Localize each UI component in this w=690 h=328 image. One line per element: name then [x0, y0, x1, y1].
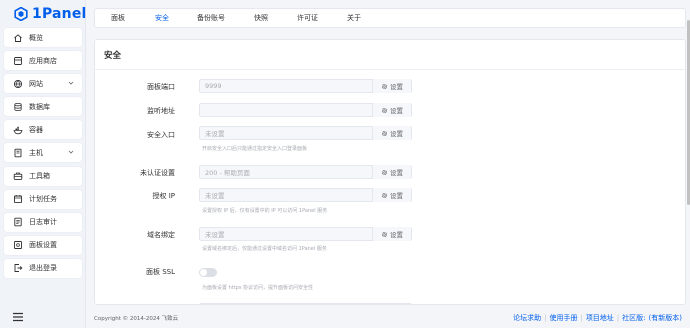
domain-setting-button[interactable]: 设置 — [372, 227, 411, 241]
sidebar-item-label: 数据库 — [29, 102, 50, 111]
sidebar-item-label: 日志审计 — [29, 218, 57, 227]
allow-ip-label: 授权 IP — [152, 192, 175, 200]
divider: | — [544, 314, 547, 322]
logout-icon — [13, 263, 23, 273]
sidebar-item-label: 工具箱 — [29, 172, 50, 181]
entrance-value: 未设置 — [205, 130, 225, 138]
sidebar-item-label: 计划任务 — [29, 195, 57, 204]
port-setting-button[interactable]: 设置 — [372, 79, 411, 93]
1panel-logo-icon — [14, 7, 28, 21]
sidebar-item-overview[interactable]: 概览 — [4, 28, 82, 47]
allow-ip-help: 设置授权 IP 后，仅有设置中的 IP 可以访问 1Panel 服务 — [202, 208, 328, 214]
divider: | — [616, 314, 620, 322]
tab-snapshot[interactable]: 快照 — [254, 13, 268, 23]
sidebar-item-label: 主机 — [29, 148, 43, 157]
unauth-value: 200 - 帮助页面 — [205, 169, 250, 177]
calendar-icon — [13, 194, 23, 204]
footer-links: 论坛求助 | 使用手册 | 项目地址 | 社区版: (有新版本) — [513, 313, 682, 323]
toolbox-icon — [13, 171, 23, 181]
page-title: 安全 — [104, 51, 122, 61]
edition-label: 社区版: — [622, 314, 646, 322]
sidebar-item-label: 网站 — [29, 79, 43, 88]
sidebar-item-container[interactable]: 容器 — [4, 120, 82, 140]
sidebar-item-label: 容器 — [29, 125, 43, 134]
host-icon — [13, 148, 23, 158]
sidebar-item-label: 概览 — [29, 33, 43, 42]
allow-ip-value: 未设置 — [205, 192, 225, 200]
listen-label: 监听地址 — [147, 107, 175, 115]
sidebar-item-host[interactable]: 主机 — [4, 143, 82, 163]
tab-security[interactable]: 安全 — [155, 13, 169, 23]
log-icon — [13, 217, 23, 227]
entrance-help: 开启安全入口后只能通过指定安全入口登录面板 — [202, 146, 308, 152]
listen-setting-button[interactable]: 设置 — [372, 103, 411, 117]
manual-link[interactable]: 使用手册 — [549, 313, 577, 323]
brand-logo[interactable]: 1Panel — [14, 5, 87, 23]
copyright: Copyright © 2014-2024 飞致云 — [94, 316, 179, 322]
ssl-help: 为面板设置 https 协议访问，提升面板访问安全性 — [202, 285, 314, 291]
tab-backup-account[interactable]: 备份账号 — [197, 13, 225, 23]
unauth-label: 未认证设置 — [140, 169, 175, 177]
sidebar-item-database[interactable]: 数据库 — [4, 97, 82, 117]
port-label: 面板端口 — [147, 83, 175, 91]
brand-name: 1Panel — [32, 6, 87, 22]
gear-icon — [382, 231, 387, 237]
gear-icon — [382, 130, 387, 136]
sidebar-item-cron[interactable]: 计划任务 — [4, 189, 82, 209]
gear-icon — [382, 83, 387, 89]
database-icon — [13, 102, 23, 112]
port-value: 9999 — [205, 82, 222, 90]
menu-collapse-icon[interactable] — [12, 312, 24, 322]
ssl-toggle[interactable] — [199, 268, 217, 277]
app-store-icon — [13, 56, 23, 66]
setting-label: 设置 — [390, 231, 403, 239]
settings-icon — [13, 240, 23, 250]
settings-tabs: 面板 安全 备份账号 快照 许可证 关于 — [94, 8, 686, 28]
sidebar-item-label: 退出登录 — [29, 264, 57, 273]
gear-icon — [382, 169, 387, 175]
ssl-label: 面板 SSL — [145, 268, 175, 276]
update-link[interactable]: (有新版本) — [649, 313, 682, 323]
sidebar-item-label: 应用商店 — [29, 56, 57, 65]
chevron-down-icon — [68, 151, 74, 155]
setting-label: 设置 — [390, 83, 403, 91]
tab-about[interactable]: 关于 — [347, 13, 361, 23]
domain-label: 域名绑定 — [147, 231, 175, 239]
unauth-setting-button[interactable]: 设置 — [372, 165, 411, 179]
sidebar-item-settings[interactable]: 面板设置 — [4, 235, 82, 255]
allow-ip-setting-button[interactable]: 设置 — [372, 188, 411, 202]
tab-panel[interactable]: 面板 — [111, 13, 125, 23]
sidebar-item-app-store[interactable]: 应用商店 — [4, 51, 82, 71]
sidebar-menu: 概览 应用商店 网站 数据库 容器 主机 工具箱 计划任务 日志审计 面板设置 … — [4, 28, 82, 282]
divider: | — [580, 314, 583, 322]
chevron-down-icon — [68, 81, 74, 85]
tab-license[interactable]: 许可证 — [297, 13, 318, 23]
domain-help: 设置域名绑定后，仅能通过设置中域名访问 1Panel 服务 — [202, 246, 327, 252]
divider — [95, 69, 685, 70]
sidebar: 1Panel 概览 应用商店 网站 数据库 容器 主机 工具箱 计划任务 日志审… — [0, 0, 86, 328]
setting-label: 设置 — [390, 107, 403, 115]
sidebar-item-log[interactable]: 日志审计 — [4, 212, 82, 232]
sidebar-item-toolbox[interactable]: 工具箱 — [4, 166, 82, 186]
setting-label: 设置 — [390, 169, 403, 177]
sidebar-item-label: 面板设置 — [29, 241, 57, 250]
home-icon — [13, 33, 23, 43]
setting-label: 设置 — [390, 130, 403, 138]
entrance-label: 安全入口 — [147, 131, 175, 139]
gear-icon — [382, 107, 387, 113]
globe-icon — [13, 79, 23, 89]
entrance-setting-button[interactable]: 设置 — [372, 126, 411, 140]
forum-link[interactable]: 论坛求助 — [513, 313, 541, 323]
domain-value: 未设置 — [205, 231, 225, 239]
sidebar-item-logout[interactable]: 退出登录 — [4, 258, 82, 278]
sidebar-item-website[interactable]: 网站 — [4, 74, 82, 94]
setting-label: 设置 — [390, 192, 403, 200]
security-panel: 安全 面板端口 9999 设置 监听地址 设置 安全入口 未设置 设置 开启安全… — [94, 39, 686, 305]
project-link[interactable]: 项目地址 — [586, 313, 614, 323]
next-field-input[interactable] — [199, 303, 412, 304]
container-icon — [13, 125, 23, 135]
gear-icon — [382, 192, 387, 198]
